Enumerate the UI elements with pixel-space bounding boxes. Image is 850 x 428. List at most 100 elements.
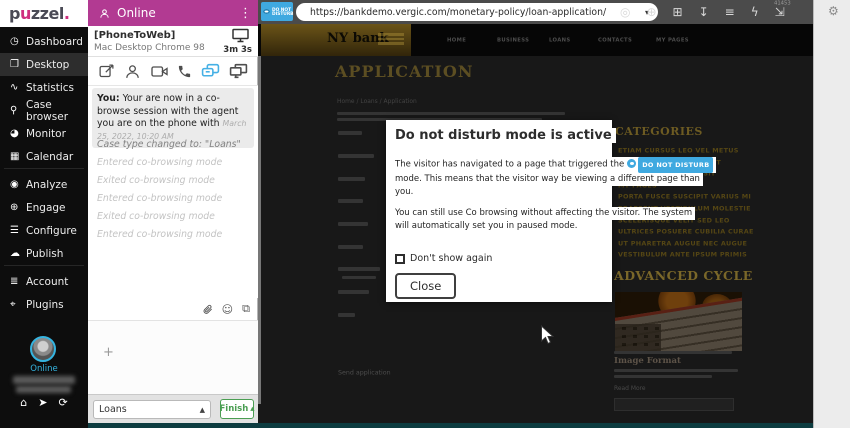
- form-label-dim: [338, 290, 369, 294]
- url-bar[interactable]: https://bankdemo.vergic.com/monetary-pol…: [296, 3, 658, 21]
- do-not-disturb-badge: DO NOT DISTURB: [261, 2, 293, 21]
- categories-title: CATEGORIES: [615, 125, 703, 138]
- sidebar-item-label: Analyze: [26, 178, 68, 191]
- multi-screen-icon[interactable]: [229, 63, 248, 79]
- sidebar: puzzel. ◷ Dashboard ❐ Desktop ∿ Statistics …: [0, 0, 88, 428]
- list-icon[interactable]: ≡: [725, 5, 735, 19]
- sidebar-item-statistics[interactable]: ∿ Statistics: [0, 76, 88, 99]
- download-icon[interactable]: ↧: [699, 5, 709, 19]
- sidebar-item-label: Dashboard: [26, 35, 83, 48]
- sidebar-item-label: Publish: [26, 247, 64, 260]
- sidebar-item-label: Configure: [26, 224, 77, 237]
- category-link[interactable]: ULTRICES POSUERE CUBILIA CURAE: [618, 228, 754, 239]
- open-external-icon[interactable]: ⧉: [242, 302, 250, 316]
- sidebar-item-account[interactable]: ≣ Account: [0, 270, 88, 293]
- case-type-value: Loans: [99, 404, 127, 415]
- compose-note-icon[interactable]: [98, 63, 115, 80]
- logo-part: zzel: [30, 4, 64, 23]
- lightning-icon[interactable]: ϟ: [751, 5, 759, 19]
- emoji-icon[interactable]: ☺: [222, 303, 233, 316]
- chat-input-area[interactable]: +: [88, 321, 258, 394]
- sidebar-item-label: Account: [26, 275, 69, 288]
- dim-text-line: [614, 369, 738, 372]
- dont-show-again-label: Don't show again: [410, 253, 493, 264]
- form-label-dim: [338, 267, 380, 271]
- sidebar-item-desktop[interactable]: ❐ Desktop: [0, 53, 88, 76]
- sidebar-item-engage[interactable]: ⊕ Engage: [0, 196, 88, 219]
- collapse-icon[interactable]: ⇲: [775, 5, 785, 19]
- record-icon[interactable]: ◎: [620, 5, 630, 19]
- app-root: puzzel. ◷ Dashboard ❐ Desktop ∿ Statistics …: [0, 0, 850, 428]
- sidebar-item-analyze[interactable]: ◉ Analyze: [0, 173, 88, 196]
- home-icon[interactable]: ⌂: [20, 396, 27, 409]
- composer-actions: ☺ ⧉: [88, 298, 258, 321]
- sidebar-item-publish[interactable]: ☁ Publish: [0, 242, 88, 265]
- kebab-menu-icon[interactable]: ⋮: [239, 6, 252, 21]
- bank-logo-block: NY bank: [261, 24, 411, 56]
- gear-icon[interactable]: ⚙: [828, 4, 839, 18]
- page-edge: [258, 24, 261, 404]
- form-label-dim: [338, 245, 363, 249]
- browser-side-strip: ⚙: [813, 0, 850, 428]
- bank-nav-home[interactable]: HOME: [447, 37, 466, 43]
- agent-avatar[interactable]: [30, 336, 56, 362]
- bank-nav-loans[interactable]: LOANS: [549, 37, 571, 43]
- sidebar-item-label: Plugins: [26, 298, 64, 311]
- finish-button[interactable]: Finish ▴: [219, 399, 255, 419]
- dnd-chip: DO NOT DISTURB: [638, 157, 714, 173]
- cobrowse-icon[interactable]: [201, 63, 220, 79]
- case-type-select[interactable]: Loans ▲: [93, 400, 211, 419]
- account-icon: ≣: [10, 276, 19, 287]
- category-link[interactable]: PORTA FUSCE SUSCIPIT VARIUS MI: [618, 193, 754, 204]
- sidebar-item-label: Calendar: [26, 150, 74, 163]
- session-device: Mac Desktop Chrome 98: [94, 43, 205, 53]
- phone-icon[interactable]: [177, 64, 192, 79]
- bank-nav-contacts[interactable]: CONTACTS: [598, 37, 632, 43]
- attachment-icon[interactable]: [202, 303, 213, 315]
- video-call-icon[interactable]: [150, 64, 169, 79]
- system-message: Exited co-browsing mode: [97, 175, 215, 186]
- category-link[interactable]: VESTIBULUM ANTE IPSUM PRIMIS: [618, 251, 754, 262]
- sidebar-item-configure[interactable]: ☰ Configure: [0, 219, 88, 242]
- sidebar-item-label: Engage: [26, 201, 66, 214]
- plugins-icon: ⌖: [10, 299, 16, 310]
- visitor-profile-icon[interactable]: [124, 63, 141, 80]
- zoom-icon[interactable]: ⊕: [646, 5, 656, 19]
- case-browser-icon: ⚲: [10, 105, 18, 116]
- logout-icon[interactable]: ⟳: [58, 396, 67, 409]
- form-label-dim: [338, 131, 362, 135]
- desktop-icon: ❐: [10, 59, 19, 70]
- sidebar-item-case-browser[interactable]: ⚲ Case browser: [0, 99, 88, 123]
- system-message: Entered co-browsing mode: [97, 193, 223, 204]
- advanced-cycle-title: ADVANCED CYCLE: [614, 268, 753, 283]
- sidebar-item-plugins[interactable]: ⌖ Plugins: [0, 293, 88, 316]
- read-more-link[interactable]: Read More: [614, 385, 646, 392]
- person-icon: [100, 8, 109, 18]
- sidebar-item-label: Statistics: [26, 81, 74, 94]
- chevron-up-icon: ▴: [250, 404, 255, 414]
- form-label-dim: [338, 313, 355, 317]
- bank-nav-mypages[interactable]: MY PAGES: [656, 37, 689, 43]
- sidebar-item-calendar[interactable]: ▦ Calendar: [0, 145, 88, 168]
- chat-messages: You: Your are now in a co-browse session…: [88, 86, 258, 298]
- send-application-button[interactable]: Send application: [338, 369, 391, 376]
- monitor-icon: ◕: [10, 128, 19, 139]
- close-button[interactable]: Close: [395, 273, 457, 299]
- bank-nav-business[interactable]: BUSINESS: [497, 37, 529, 43]
- breadcrumb: Home / Loans / Application: [337, 98, 417, 105]
- sidebar-item-dashboard[interactable]: ◷ Dashboard: [0, 30, 88, 53]
- category-link[interactable]: UT PHARETRA AUGUE NEC AUGUE: [618, 240, 754, 251]
- puzzel-logo: puzzel.: [0, 0, 88, 27]
- sidebar-item-monitor[interactable]: ◕ Monitor: [0, 122, 88, 145]
- share-icon[interactable]: ➤: [38, 396, 47, 409]
- publish-icon: ☁: [10, 248, 20, 259]
- dont-show-again-checkbox[interactable]: [395, 253, 405, 264]
- chat-toolbar: [88, 57, 258, 86]
- form-label-dim: [338, 199, 363, 203]
- session-channel: [PhoneToWeb]: [94, 30, 176, 41]
- snapshot-icon[interactable]: ⊞: [673, 5, 683, 19]
- analyze-icon: ◉: [10, 179, 19, 190]
- form-label-dim: [338, 154, 374, 158]
- modal-paragraph-line: mode. This means that the visitor way be…: [395, 173, 703, 186]
- session-timer: 3m 3s: [223, 45, 252, 55]
